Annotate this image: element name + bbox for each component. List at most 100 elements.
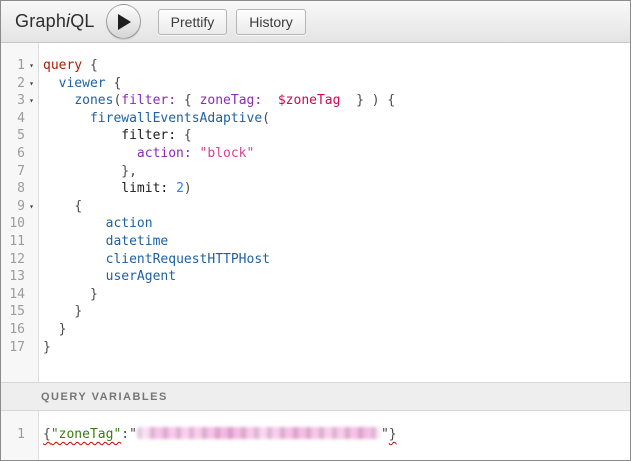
- code-token: [43, 304, 74, 319]
- code-token: [43, 199, 74, 214]
- code-token: [43, 93, 74, 108]
- code-token: {: [176, 93, 199, 108]
- graphiql-window: GraphiQL Prettify History 1▾2▾3▾456789▾1…: [0, 0, 631, 461]
- gutter-row: 14: [1, 286, 38, 304]
- execute-query-button[interactable]: [106, 4, 141, 39]
- query-editor-gutter: 1▾2▾3▾456789▾1011121314151617: [1, 43, 39, 382]
- query-editor-code[interactable]: query { viewer { zones(filter: { zoneTag…: [39, 43, 630, 382]
- history-button[interactable]: History: [236, 9, 306, 35]
- fold-spacer: [25, 251, 38, 269]
- code-token: [43, 76, 59, 91]
- code-token: [43, 322, 59, 337]
- fold-spacer: [25, 286, 38, 304]
- prettify-button[interactable]: Prettify: [158, 9, 228, 35]
- line-number: 3: [1, 92, 25, 110]
- fold-arrow-icon[interactable]: ▾: [25, 75, 38, 93]
- gutter-row: 6: [1, 145, 38, 163]
- code-token: limit:: [121, 181, 168, 196]
- code-token: zones: [74, 93, 113, 108]
- code-token: [168, 181, 176, 196]
- code-token: action: [106, 216, 153, 231]
- code-token: }: [90, 287, 98, 302]
- fold-spacer: [25, 110, 38, 128]
- code-line: query {: [43, 57, 630, 75]
- fold-spacer: [25, 233, 38, 251]
- code-line: action: "block": [43, 145, 630, 163]
- code-token: "zoneTag": [51, 427, 121, 442]
- code-token: [43, 234, 106, 249]
- fold-spacer: [25, 180, 38, 198]
- variables-editor[interactable]: 1 {"zoneTag":""}: [1, 411, 630, 460]
- fold-arrow-icon[interactable]: ▾: [25, 57, 38, 75]
- line-number: 9: [1, 198, 25, 216]
- code-line: filter: {: [43, 127, 630, 145]
- code-line: datetime: [43, 233, 630, 251]
- code-token: [192, 146, 200, 161]
- gutter-row: 3▾: [1, 92, 38, 110]
- code-token: [43, 269, 106, 284]
- code-token: :: [121, 427, 129, 442]
- fold-spacer: [25, 268, 38, 286]
- code-token: userAgent: [106, 269, 176, 284]
- gutter-row: 10: [1, 215, 38, 233]
- query-variables-header[interactable]: QUERY VARIABLES: [1, 382, 630, 411]
- code-token: [43, 164, 121, 179]
- code-line: {"zoneTag":""}: [43, 426, 630, 444]
- fold-spacer: [25, 127, 38, 145]
- redacted-value: [137, 427, 381, 439]
- code-token: zoneTag:: [200, 93, 263, 108]
- gutter-row: 16: [1, 321, 38, 339]
- code-token: [43, 216, 106, 231]
- code-line: userAgent: [43, 268, 630, 286]
- code-line: action: [43, 215, 630, 233]
- code-token: datetime: [106, 234, 169, 249]
- fold-spacer: [25, 215, 38, 233]
- line-number: 15: [1, 303, 25, 321]
- code-token: } ) {: [340, 93, 395, 108]
- code-token: $zoneTag: [278, 93, 341, 108]
- line-number: 8: [1, 180, 25, 198]
- code-token: [43, 287, 90, 302]
- logo-text-ql: QL: [70, 11, 94, 31]
- code-token: {: [82, 58, 98, 73]
- gutter-row: 9▾: [1, 198, 38, 216]
- line-number: 1: [1, 426, 25, 444]
- code-line: },: [43, 163, 630, 181]
- gutter-row: 1▾: [1, 57, 38, 75]
- fold-arrow-icon[interactable]: ▾: [25, 92, 38, 110]
- code-token: ): [184, 181, 192, 196]
- code-token: {: [106, 76, 122, 91]
- gutter-row: 5: [1, 127, 38, 145]
- code-token: ": [129, 427, 137, 442]
- query-editor[interactable]: 1▾2▾3▾456789▾1011121314151617 query { vi…: [1, 43, 630, 382]
- code-token: clientRequestHTTPHost: [106, 252, 270, 267]
- code-token: "block": [200, 146, 255, 161]
- code-token: [176, 128, 184, 143]
- line-number: 2: [1, 75, 25, 93]
- code-token: ": [381, 427, 389, 442]
- gutter-row: 8: [1, 180, 38, 198]
- code-line: firewallEventsAdaptive(: [43, 110, 630, 128]
- gutter-row: 7: [1, 163, 38, 181]
- line-number: 12: [1, 251, 25, 269]
- line-number: 17: [1, 339, 25, 357]
- fold-spacer: [25, 303, 38, 321]
- line-number: 5: [1, 127, 25, 145]
- code-token: filter:: [121, 128, 176, 143]
- variables-editor-code[interactable]: {"zoneTag":""}: [39, 411, 630, 460]
- toolbar: GraphiQL Prettify History: [1, 1, 630, 43]
- fold-spacer: [25, 145, 38, 163]
- line-number: 13: [1, 268, 25, 286]
- code-token: {: [184, 128, 192, 143]
- code-line: }: [43, 321, 630, 339]
- fold-arrow-icon[interactable]: ▾: [25, 198, 38, 216]
- code-token: }: [59, 322, 67, 337]
- code-token: }: [74, 304, 82, 319]
- line-number: 14: [1, 286, 25, 304]
- code-line: {: [43, 198, 630, 216]
- fold-spacer: [25, 339, 38, 357]
- code-token: filter:: [121, 93, 176, 108]
- code-line: }: [43, 286, 630, 304]
- code-token: {: [43, 427, 51, 442]
- code-line: zones(filter: { zoneTag: $zoneTag } ) {: [43, 92, 630, 110]
